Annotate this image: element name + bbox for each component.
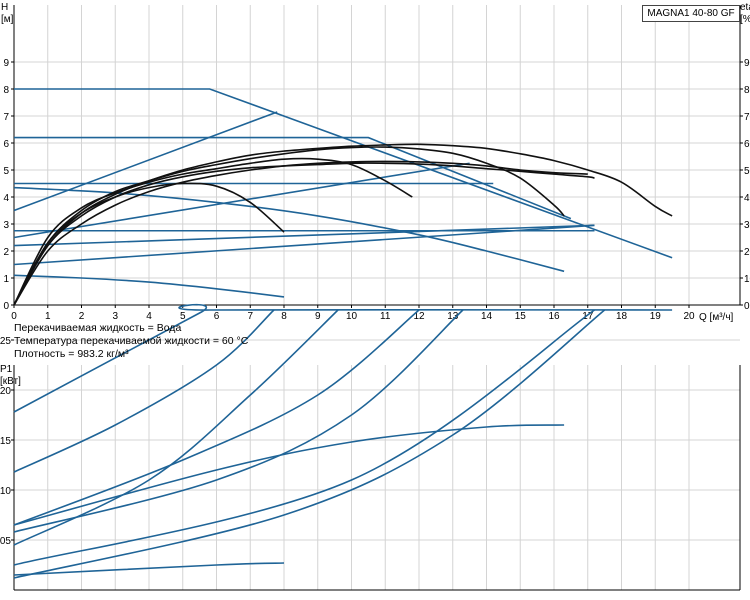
y2-tick-label: 40 — [744, 193, 750, 204]
x-tick-label: 20 — [683, 311, 695, 322]
x-tick-label: 10 — [346, 311, 358, 322]
flow-axis-label: Q [м³/ч] — [699, 312, 734, 323]
y-tick-label: 4 — [3, 193, 9, 204]
power-y-tick-label: 20 — [0, 386, 11, 397]
x-tick-label: 2 — [79, 311, 85, 322]
efficiency-axis-unit: [%] — [740, 14, 750, 25]
y2-tick-label: 0 — [744, 301, 750, 312]
power-y-tick-label: 15 — [0, 436, 11, 447]
power-chart-grid — [13, 339, 740, 590]
y-tick-label: 9 — [3, 58, 9, 69]
x-tick-label: 8 — [281, 311, 287, 322]
head-curve — [13, 162, 595, 306]
control-line — [13, 224, 595, 247]
y2-tick-label: 10 — [744, 274, 750, 285]
y2-tick-label: 60 — [744, 139, 750, 150]
temperature-info: Температура перекачиваемой жидкости = 60… — [14, 335, 249, 347]
y-tick-label: 7 — [3, 112, 9, 123]
y2-tick-label: 30 — [744, 220, 750, 231]
head-chart-axes — [13, 5, 741, 306]
x-tick-label: 3 — [112, 311, 118, 322]
y-tick-label: 8 — [3, 85, 9, 96]
x-tick-label: 9 — [315, 311, 321, 322]
x-tick-label: 16 — [548, 311, 560, 322]
x-tick-label: 4 — [146, 311, 152, 322]
power-y-tick-label: 05 — [0, 536, 11, 547]
power-y-tick-label: 25 — [0, 336, 11, 347]
y-tick-label: 0 — [3, 301, 9, 312]
y-tick-label: 3 — [3, 220, 9, 231]
density-info: Плотность = 983.2 кг/м³ — [14, 348, 129, 360]
y2-tick-label: 70 — [744, 112, 750, 123]
y2-tick-label: 20 — [744, 247, 750, 258]
y2-tick-label: 80 — [744, 85, 750, 96]
y-tick-label: 2 — [3, 247, 9, 258]
x-tick-label: 6 — [214, 311, 220, 322]
y-tick-label: 6 — [3, 139, 9, 150]
head-axis-label: H — [1, 2, 8, 13]
efficiency-axis-label: eta — [740, 2, 750, 13]
x-tick-label: 15 — [515, 311, 527, 322]
x-tick-label: 7 — [247, 311, 253, 322]
x-tick-label: 19 — [650, 311, 662, 322]
power-axis-label: P1 — [0, 364, 13, 375]
y2-tick-label: 90 — [744, 58, 750, 69]
y-tick-label: 1 — [3, 274, 9, 285]
x-tick-label: 0 — [11, 311, 17, 322]
x-tick-label: 1 — [45, 311, 51, 322]
power-y-tick-label: 10 — [0, 486, 11, 497]
pump-performance-chart: 0 1 2 3 4 5 6 7 8 9 10 11 12 13 14 15 16 17 18 19 2001234567… — [0, 2, 750, 591]
x-tick-label: 18 — [616, 311, 628, 322]
y2-tick-label: 50 — [744, 166, 750, 177]
head-chart-grid — [13, 5, 740, 306]
pump-model-label: MAGNA1 40-80 GF — [642, 5, 740, 22]
liquid-info: Перекачиваемая жидкость = Вода — [14, 322, 182, 334]
head-curve — [13, 157, 413, 306]
x-tick-label: 14 — [481, 311, 493, 322]
head-curve — [13, 146, 565, 306]
head-curve — [13, 143, 673, 306]
control-line — [13, 162, 470, 239]
x-tick-label: 11 — [380, 311, 391, 322]
power-axis-unit: [кВт] — [0, 376, 21, 387]
head-axis-unit: [м] — [1, 14, 14, 25]
y-tick-label: 5 — [3, 166, 9, 177]
